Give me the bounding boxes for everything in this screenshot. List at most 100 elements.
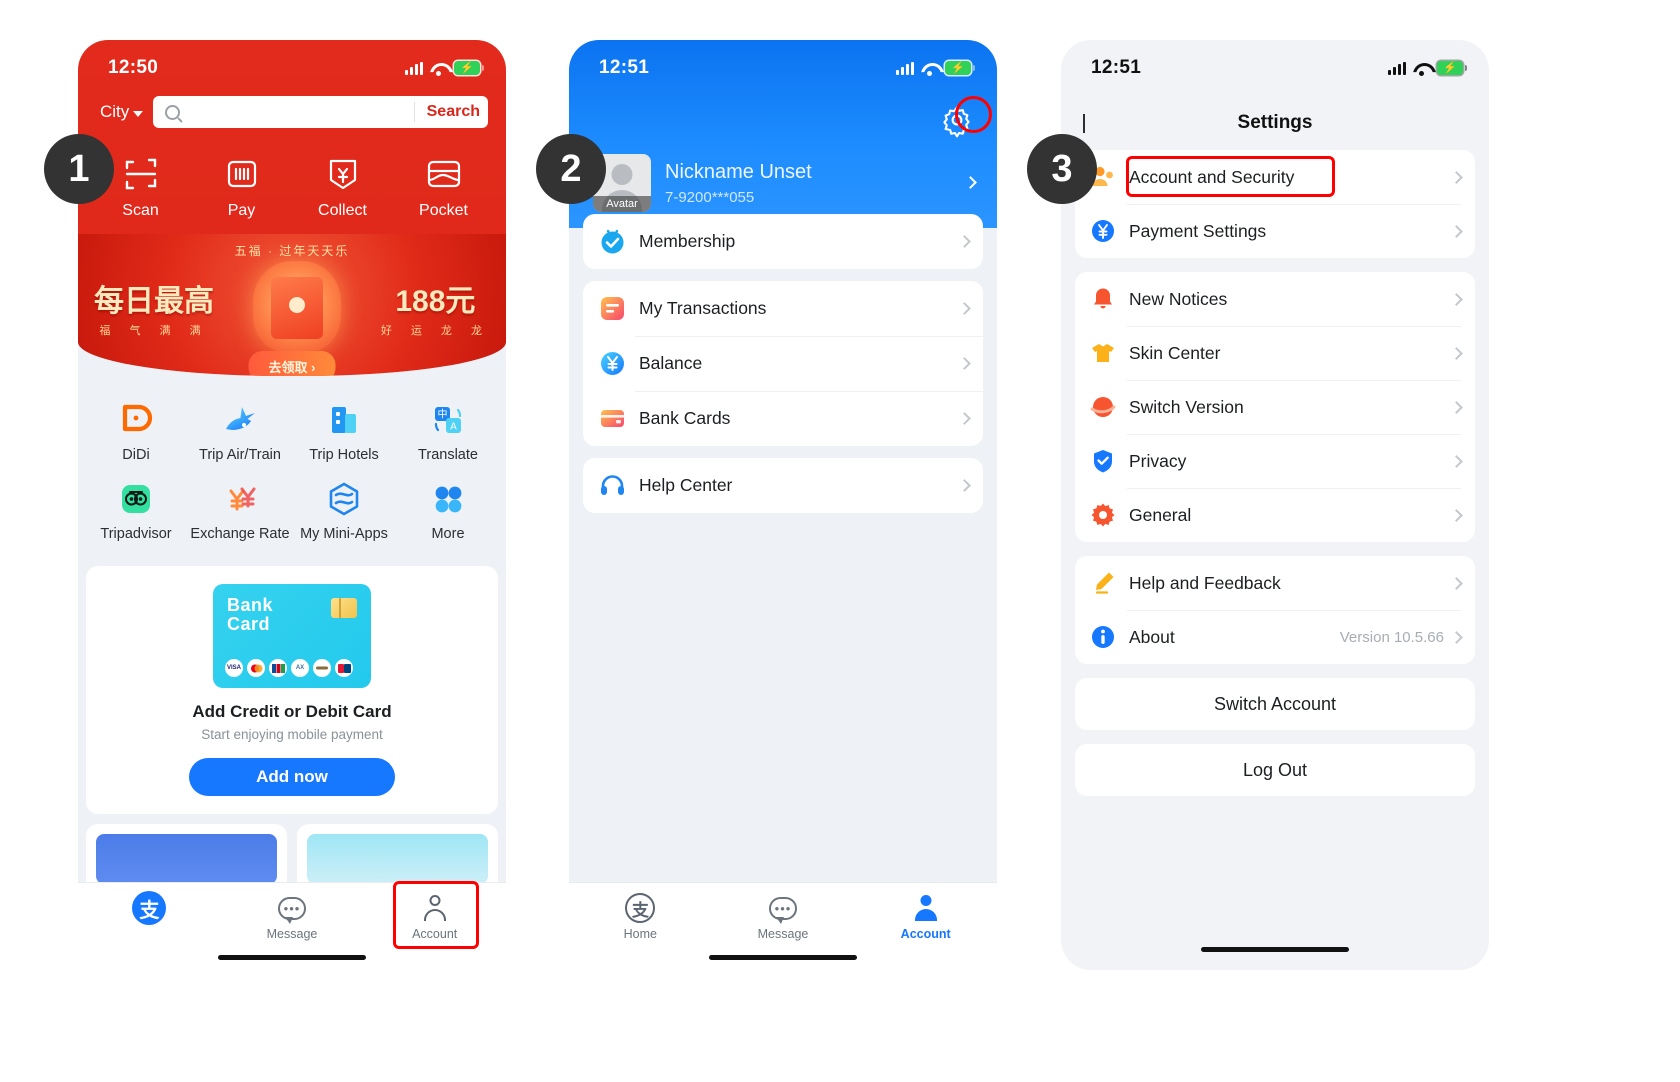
battery-charging-icon: ⚡ <box>945 61 975 75</box>
bank-card-illustration: Bank Card VISA AX <box>213 584 371 688</box>
app-label: Exchange Rate <box>190 526 290 542</box>
tab-message[interactable]: ••• Message <box>712 891 855 941</box>
mastercard-logo-icon <box>247 659 265 677</box>
trip-air-train-icon <box>188 400 292 440</box>
tab-label: Account <box>900 927 951 941</box>
app-label: Trip Hotels <box>309 447 379 463</box>
banner-left-sub: 福 气 满 满 <box>99 325 209 337</box>
menu-item-label: Balance <box>639 353 703 373</box>
chevron-right-icon <box>958 302 971 315</box>
menu-item-label: My Transactions <box>639 298 767 318</box>
app-translate[interactable]: 中 A Translate <box>396 394 500 473</box>
quick-action-collect[interactable]: Collect <box>292 152 393 220</box>
search-button[interactable]: Search <box>413 102 480 122</box>
search-bar: City Search <box>78 96 506 142</box>
app-my-mini-apps[interactable]: My Mini-Apps <box>292 473 396 552</box>
account-and-security-highlight <box>1126 156 1335 197</box>
signal-bars-icon <box>896 61 914 75</box>
chevron-right-icon <box>1450 292 1463 306</box>
settings-group-preferences: New Notices Skin Center Switch Version P… <box>1075 272 1475 542</box>
battery-charging-icon: ⚡ <box>454 61 484 75</box>
quick-action-pocket[interactable]: Pocket <box>393 152 494 220</box>
tab-home[interactable]: 支 Home <box>569 891 712 941</box>
settings-body: Account and Security Payment Settings Ne… <box>1061 150 1489 796</box>
app-label: Trip Air/Train <box>199 447 281 463</box>
app-exchange-rate[interactable]: Exchange Rate <box>188 473 292 552</box>
menu-item-balance[interactable]: Balance <box>583 336 983 391</box>
tab-account[interactable]: Account <box>854 891 997 941</box>
settings-item-help-and-feedback[interactable]: Help and Feedback <box>1075 556 1475 610</box>
menu-item-my-transactions[interactable]: My Transactions <box>583 281 983 336</box>
chevron-right-icon <box>1450 224 1463 238</box>
chevron-right-icon <box>964 174 977 192</box>
collect-money-icon <box>292 152 393 196</box>
menu-item-bank-cards[interactable]: Bank Cards <box>583 391 983 446</box>
settings-item-label: New Notices <box>1129 288 1228 309</box>
step-badge-1: 1 <box>44 134 114 204</box>
translate-icon: 中 A <box>396 400 500 440</box>
settings-item-switch-version[interactable]: Switch Version <box>1075 380 1475 434</box>
trip-hotels-icon <box>292 400 396 440</box>
app-didi[interactable]: DiDi <box>84 394 188 473</box>
quick-action-pay[interactable]: Pay <box>191 152 292 220</box>
menu-item-help-center[interactable]: Help Center <box>583 458 983 513</box>
city-selector[interactable]: City <box>100 102 144 122</box>
menu-group-membership: Membership <box>583 214 983 269</box>
user-profile-row[interactable]: Avatar Nickname Unset 7-9200***055 <box>593 154 977 212</box>
shield-check-icon <box>1089 447 1117 475</box>
settings-item-about[interactable]: About Version 10.5.66 <box>1075 610 1475 664</box>
wifi-icon <box>430 62 447 76</box>
new-year-promo-banner[interactable]: 五福 · 过年天天乐 每日最高 福 气 满 满 188元 好 运 龙 龙 去领取… <box>78 234 506 376</box>
settings-item-label: Payment Settings <box>1129 220 1267 241</box>
svg-text:A: A <box>450 422 457 433</box>
info-icon <box>1089 623 1117 651</box>
app-tripadvisor[interactable]: Tripadvisor <box>84 473 188 552</box>
card-chip-icon <box>331 598 357 618</box>
log-out-button[interactable]: Log Out <box>1075 744 1475 796</box>
search-input-wrap[interactable]: Search <box>153 96 488 128</box>
exchange-rate-icon <box>188 479 292 519</box>
settings-item-general[interactable]: General <box>1075 488 1475 542</box>
payment-yuan-icon <box>1089 217 1117 245</box>
phone-screen-home: 12:50 ⚡ City Search Scan Pay Collect Poc… <box>78 40 506 970</box>
back-button[interactable] <box>1083 114 1085 133</box>
banner-cta-button[interactable]: 去领取 › <box>248 351 336 376</box>
battery-charging-icon: ⚡ <box>1437 61 1467 75</box>
add-now-button[interactable]: Add now <box>189 758 395 796</box>
banner-right-amount: 188元 <box>395 285 476 318</box>
page-title: Settings <box>1237 112 1313 133</box>
settings-nav-bar: Settings <box>1061 96 1489 150</box>
account-menu-body: Membership My Transactions Balance Bank … <box>569 214 997 513</box>
transactions-icon <box>597 294 627 324</box>
settings-item-label: Switch Version <box>1129 396 1244 417</box>
tripadvisor-icon <box>84 479 188 519</box>
app-version-value: Version 10.5.66 <box>1339 628 1444 646</box>
message-bubble-icon: ••• <box>712 891 855 925</box>
status-time: 12:51 <box>1091 57 1142 78</box>
mini-apps-icon <box>292 479 396 519</box>
pencil-feedback-icon <box>1089 569 1117 597</box>
tab-home[interactable]: 支 <box>78 891 221 927</box>
switch-account-button[interactable]: Switch Account <box>1075 678 1475 730</box>
settings-item-privacy[interactable]: Privacy <box>1075 434 1475 488</box>
settings-item-new-notices[interactable]: New Notices <box>1075 272 1475 326</box>
settings-item-payment-settings[interactable]: Payment Settings <box>1075 204 1475 258</box>
step-badge-2: 2 <box>536 134 606 204</box>
app-trip-hotels[interactable]: Trip Hotels <box>292 394 396 473</box>
bank-card-title-2: Card <box>227 613 271 634</box>
menu-item-membership[interactable]: Membership <box>583 214 983 269</box>
app-trip-air-train[interactable]: Trip Air/Train <box>188 394 292 473</box>
chevron-right-icon <box>958 235 971 248</box>
home-indicator <box>218 955 366 960</box>
balance-yuan-icon <box>597 349 627 379</box>
bell-icon <box>1089 285 1117 313</box>
status-icons: ⚡ <box>405 61 484 76</box>
status-icons: ⚡ <box>896 61 975 76</box>
tab-message[interactable]: ••• Message <box>221 891 364 941</box>
quick-actions-row: Scan Pay Collect Pocket <box>78 142 506 234</box>
phone-screen-account: 12:51 ⚡ Avatar Nickname Unset 7-9200***0… <box>569 40 997 970</box>
app-more[interactable]: More <box>396 473 500 552</box>
alipay-logo-icon: 支 <box>569 891 712 925</box>
quick-action-label: Scan <box>122 202 159 219</box>
settings-item-skin-center[interactable]: Skin Center <box>1075 326 1475 380</box>
